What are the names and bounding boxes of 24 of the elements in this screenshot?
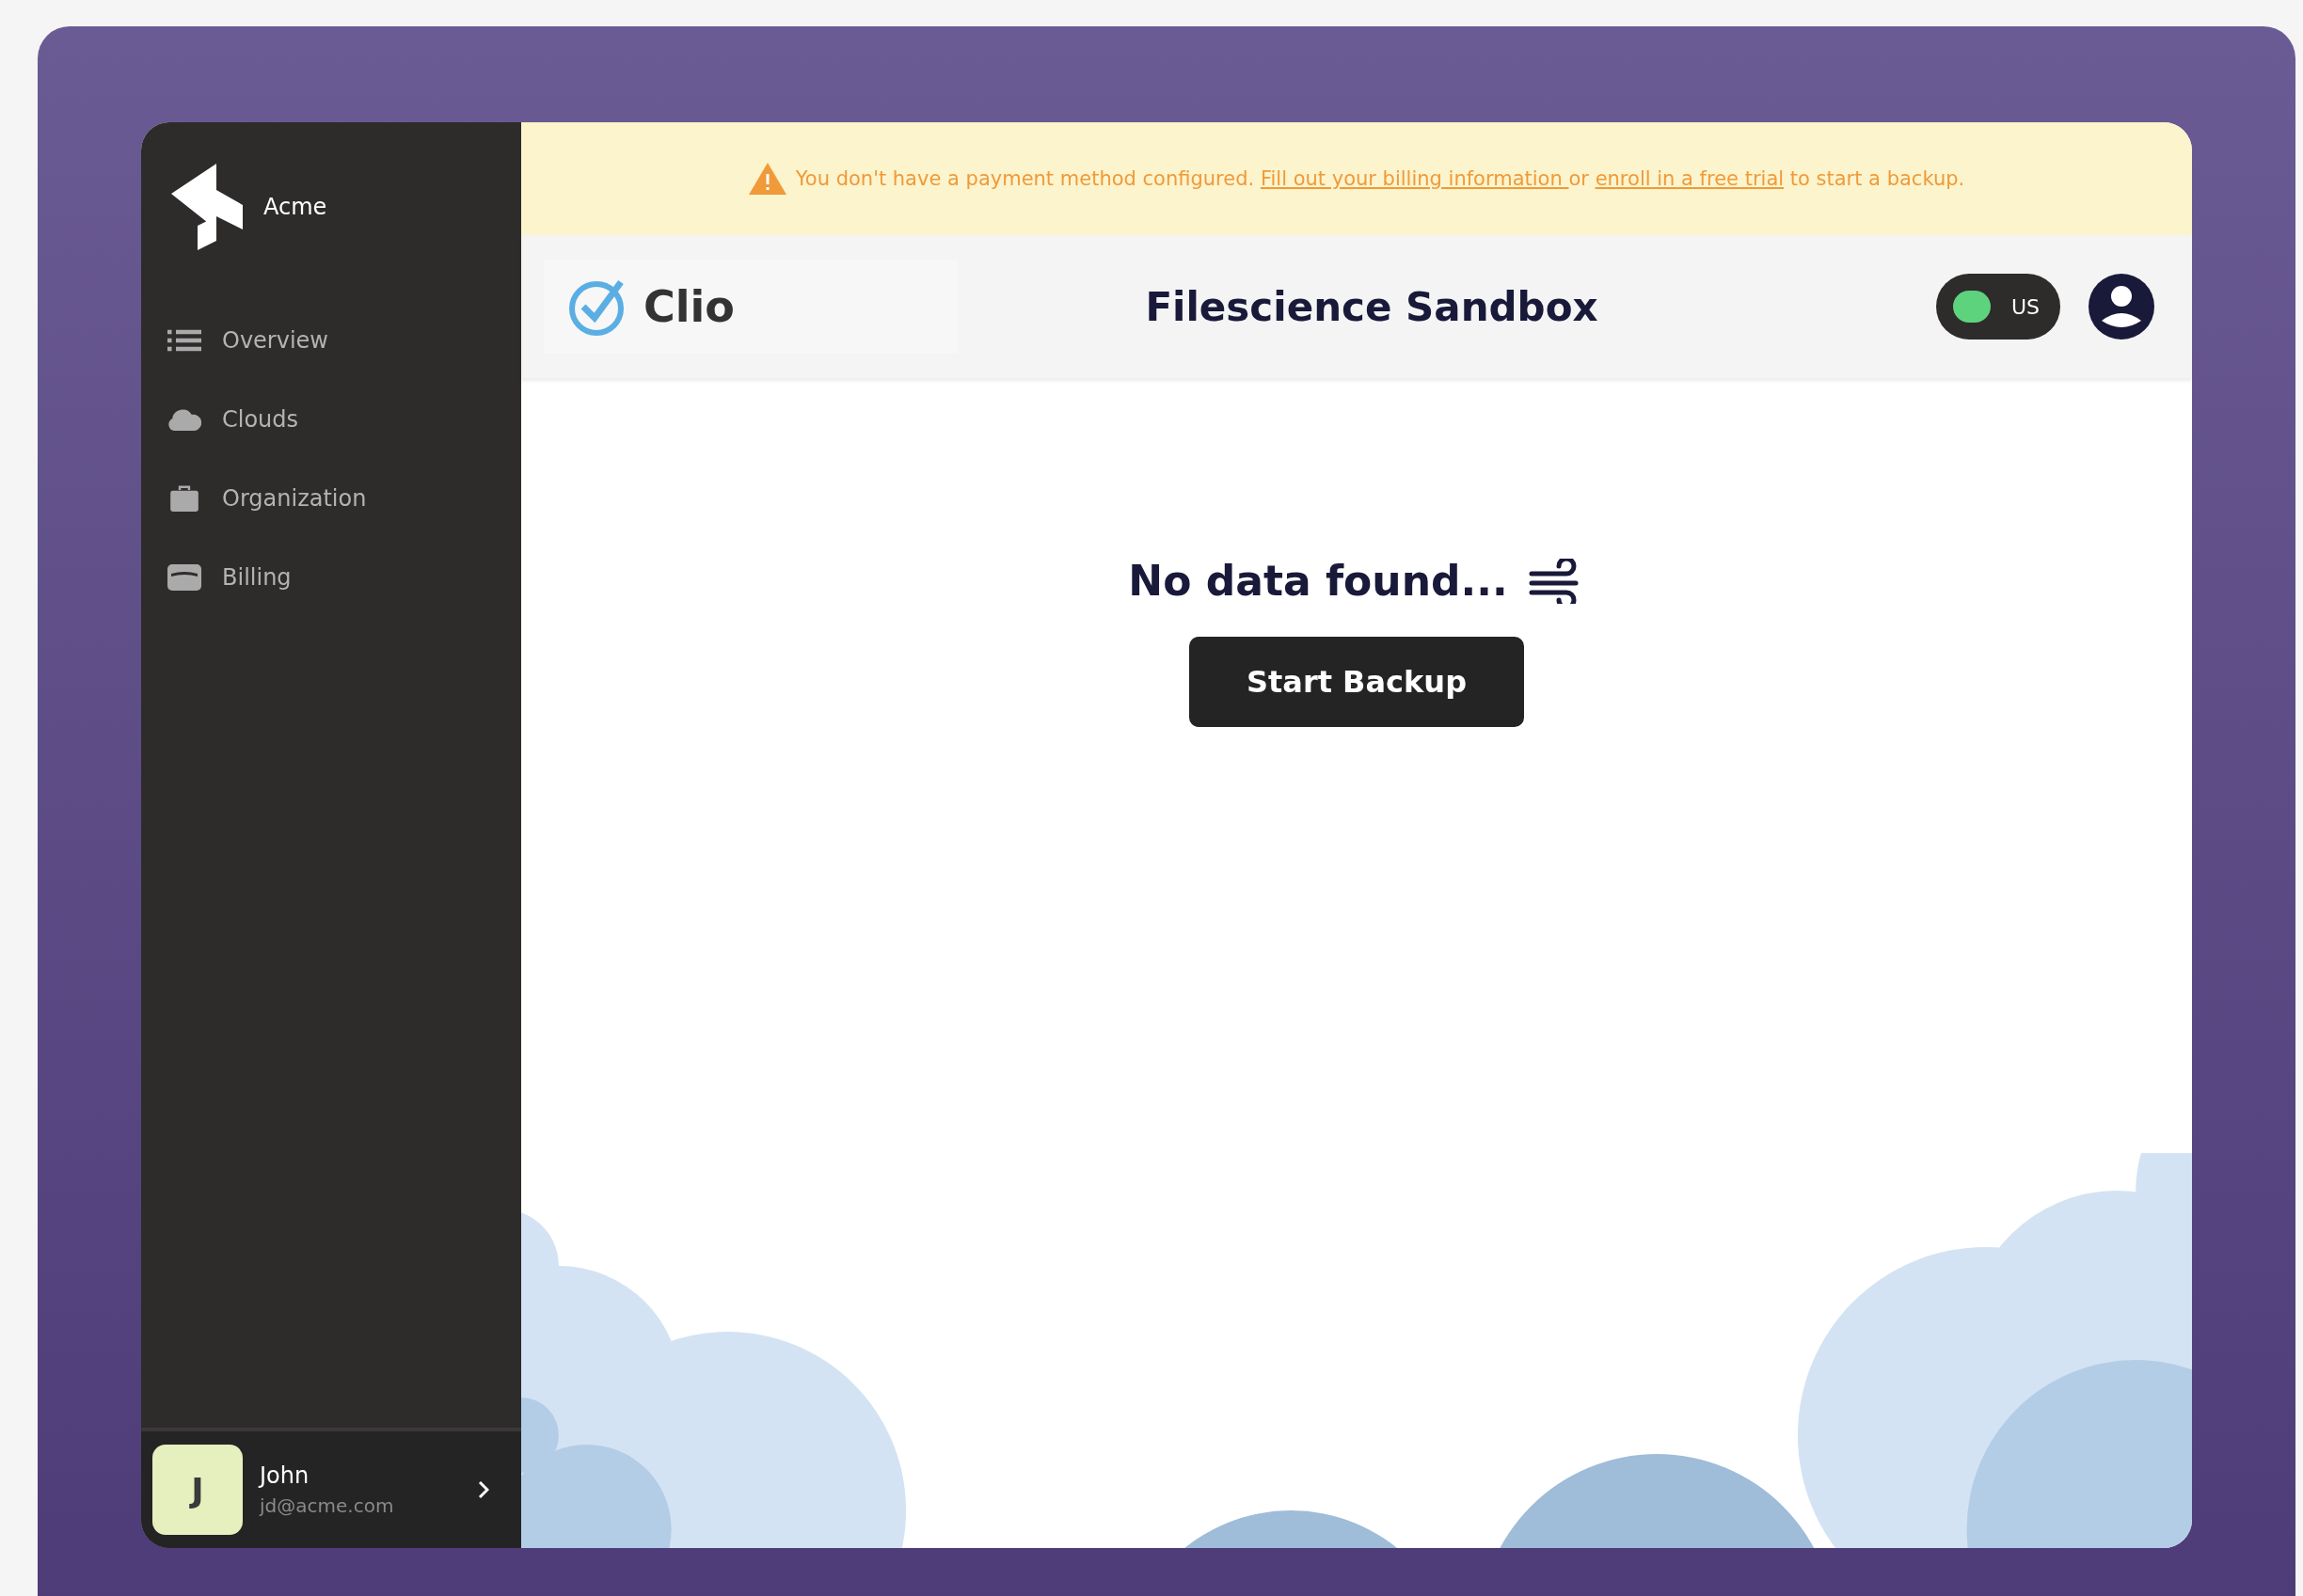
credit-card-icon [167, 564, 201, 591]
nav-item[interactable]: Billing [167, 557, 495, 598]
user-menu[interactable]: J John jd@acme.com [141, 1428, 521, 1548]
logo-icon [171, 164, 243, 250]
warning-message: You don't have a payment method configured. Fill out your billing information or enroll in a free trial to start a backup. [795, 167, 1965, 190]
region-toggle[interactable]: US [1936, 274, 2060, 340]
start-backup-button[interactable]: Start Backup [1189, 637, 1524, 727]
warning-icon [748, 163, 786, 195]
user-email: jd@acme.com [260, 1494, 395, 1517]
empty-message: No data found... [1128, 557, 1508, 605]
nav-item[interactable]: Organization [167, 478, 495, 519]
chevron-right-icon [478, 1480, 489, 1499]
account-icon[interactable] [2089, 274, 2154, 340]
briefcase-icon [167, 485, 201, 512]
nav-item[interactable]: Clouds [167, 399, 495, 440]
toggle-knob-icon [1953, 291, 1991, 323]
user-name: John [260, 1462, 310, 1489]
app-name: Clio [643, 281, 735, 332]
brand-name: Acme [263, 194, 327, 220]
nav-item[interactable]: Overview [167, 320, 495, 361]
cloud-icon [167, 406, 201, 433]
page-title: Filescience Sandbox [1144, 283, 1599, 330]
list-icon [167, 327, 201, 354]
user-avatar: J [152, 1445, 243, 1535]
